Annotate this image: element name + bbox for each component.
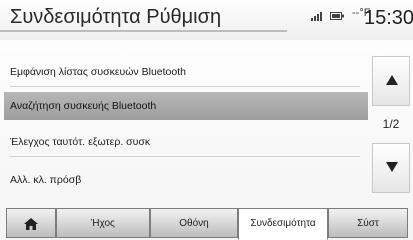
tab-display[interactable]: Οθόνη: [150, 208, 238, 238]
list-item-external-device-auth[interactable]: Έλεγχος ταυτότ. εξωτερ. συσκ: [4, 128, 368, 157]
arrow-down-icon: [386, 162, 398, 172]
scroll-down-button[interactable]: [372, 143, 410, 193]
page-indicator: 1/2: [382, 117, 400, 131]
page-title: Συνδεσιμότητα Ρύθμιση: [10, 6, 222, 28]
list-item-label: Εμφάνιση λίστας συσκευών Bluetooth: [10, 66, 186, 78]
clock: 15:30: [364, 7, 413, 29]
tab-connectivity[interactable]: Συνδεσιμότητα: [238, 208, 328, 240]
arrow-up-icon: [386, 75, 398, 85]
screen: Συνδεσιμότητα Ρύθμιση --°F 15:30 Εμφάνισ…: [0, 0, 413, 240]
home-icon: [24, 218, 38, 230]
title-divider: [0, 30, 287, 32]
list-item-show-bluetooth-devices[interactable]: Εμφάνιση λίστας συσκευών Bluetooth: [4, 58, 368, 87]
row-divider: [10, 156, 360, 157]
list-item-label: Έλεγχος ταυτότ. εξωτερ. συσκ: [10, 136, 151, 148]
header-bar: Συνδεσιμότητα Ρύθμιση --°F 15:30: [0, 0, 413, 40]
list-item-label: Αλλ. κλ. πρόσβ: [10, 174, 82, 186]
tab-sound[interactable]: Ήχος: [56, 208, 150, 238]
tab-home[interactable]: [6, 208, 56, 238]
tab-label: Οθόνη: [179, 218, 209, 229]
tab-label: Σύστ: [357, 218, 379, 229]
list-item-change-passkey[interactable]: Αλλ. κλ. πρόσβ: [4, 166, 368, 194]
tab-system[interactable]: Σύστ: [328, 208, 408, 238]
list-item-label: Αναζήτηση συσκευής Bluetooth: [10, 100, 157, 112]
tab-label: Ήχος: [91, 218, 115, 229]
signal-bars-icon: [311, 12, 322, 21]
battery-icon: [330, 12, 344, 20]
tab-label: Συνδεσιμότητα: [250, 218, 316, 229]
bottom-tab-bar: Ήχος Οθόνη Συνδεσιμότητα Σύστ: [0, 208, 413, 240]
row-divider: [10, 86, 360, 87]
list-item-search-bluetooth-device[interactable]: Αναζήτηση συσκευής Bluetooth: [4, 92, 368, 120]
scroll-up-button[interactable]: [372, 56, 410, 106]
settings-list: Εμφάνιση λίστας συσκευών Bluetooth Αναζή…: [4, 50, 368, 194]
